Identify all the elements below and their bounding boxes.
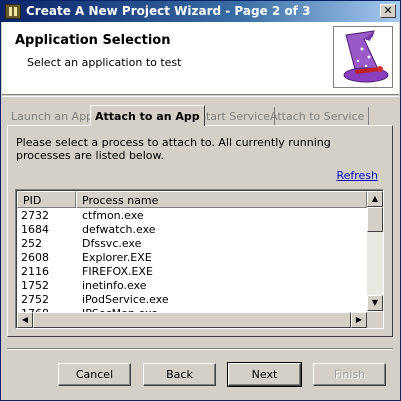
- finish-button[interactable]: Finish: [313, 363, 386, 386]
- table-row[interactable]: 2608 Explorer.EXE: [17, 251, 367, 265]
- pid-cell: 2608: [21, 251, 49, 264]
- scrollbar-corner: [367, 312, 383, 328]
- next-button[interactable]: Next: [227, 362, 302, 387]
- vertical-scrollbar[interactable]: ▲ ▼: [367, 191, 383, 311]
- button-separator: [7, 348, 393, 350]
- wizard-window: Create A New Project Wizard - Page 2 of …: [0, 0, 401, 401]
- table-row[interactable]: 1752 inetinfo.exe: [17, 279, 367, 293]
- process-name-cell: inetinfo.exe: [82, 279, 147, 292]
- pid-cell: 252: [21, 237, 42, 250]
- process-list[interactable]: PID Process name 2732 ctfmon.exe 1684 defwa…: [15, 189, 384, 329]
- list-header: PID Process name: [17, 191, 367, 208]
- table-row[interactable]: 1684 defwatch.exe: [17, 223, 367, 237]
- window-title: Create A New Project Wizard - Page 2 of …: [26, 4, 311, 18]
- table-row[interactable]: 252 Dfssvc.exe: [17, 237, 367, 251]
- pid-cell: 2116: [21, 265, 49, 278]
- table-row[interactable]: 2732 ctfmon.exe: [17, 209, 367, 223]
- cancel-button[interactable]: Cancel: [58, 363, 131, 386]
- wizard-header: Application Selection Select an applicat…: [2, 22, 399, 95]
- vertical-scroll-thumb[interactable]: [367, 207, 383, 232]
- process-name-cell: Dfssvc.exe: [82, 237, 142, 250]
- close-button[interactable]: ✕: [380, 4, 396, 18]
- process-name-cell: FIREFOX.EXE: [82, 265, 153, 278]
- table-row[interactable]: 2116 FIREFOX.EXE: [17, 265, 367, 279]
- page-subtitle: Select an application to test: [27, 56, 182, 69]
- list-rows: 2732 ctfmon.exe 1684 defwatch.exe 252 Dfssvc.…: [17, 209, 367, 313]
- table-row[interactable]: 2752 iPodService.exe: [17, 293, 367, 307]
- process-name-cell: Explorer.EXE: [82, 251, 152, 264]
- process-name-cell: defwatch.exe: [82, 223, 156, 236]
- column-header-process-name[interactable]: Process name: [76, 191, 367, 208]
- process-name-cell: ctfmon.exe: [82, 209, 144, 222]
- tab-strip: Launch an App Attach to an App Start Ser…: [7, 105, 393, 126]
- pid-cell: 1684: [21, 223, 49, 236]
- back-button[interactable]: Back: [143, 363, 216, 386]
- refresh-link[interactable]: Refresh: [336, 169, 378, 182]
- app-icon: [5, 4, 21, 19]
- tab-launch-app[interactable]: Launch an App: [7, 107, 99, 125]
- horizontal-scrollbar[interactable]: ◀ ▶: [17, 312, 367, 328]
- tab-attach-app[interactable]: Attach to an App: [90, 105, 205, 126]
- close-icon: ✕: [383, 4, 393, 17]
- column-header-pid[interactable]: PID: [17, 191, 76, 208]
- horizontal-scroll-thumb[interactable]: [33, 312, 351, 328]
- instructions-text: Please select a process to attach to. Al…: [16, 136, 331, 162]
- tab-panel: Please select a process to attach to. Al…: [7, 125, 393, 337]
- pid-cell: 1752: [21, 279, 49, 292]
- wizard-hat-icon: [333, 26, 393, 88]
- pid-cell: 2752: [21, 293, 49, 306]
- tab-attach-service[interactable]: Attach to Service: [266, 107, 370, 125]
- scroll-right-button[interactable]: ▶: [351, 312, 367, 328]
- scroll-down-button[interactable]: ▼: [367, 295, 383, 311]
- pid-cell: 2732: [21, 209, 49, 222]
- title-bar[interactable]: Create A New Project Wizard - Page 2 of …: [1, 1, 400, 22]
- process-name-cell: iPodService.exe: [82, 293, 169, 306]
- scroll-left-button[interactable]: ◀: [17, 312, 33, 328]
- header-divider: [2, 96, 399, 97]
- tab-start-service[interactable]: Start Service: [195, 107, 276, 125]
- scroll-up-button[interactable]: ▲: [367, 191, 383, 207]
- page-title: Application Selection: [15, 33, 171, 48]
